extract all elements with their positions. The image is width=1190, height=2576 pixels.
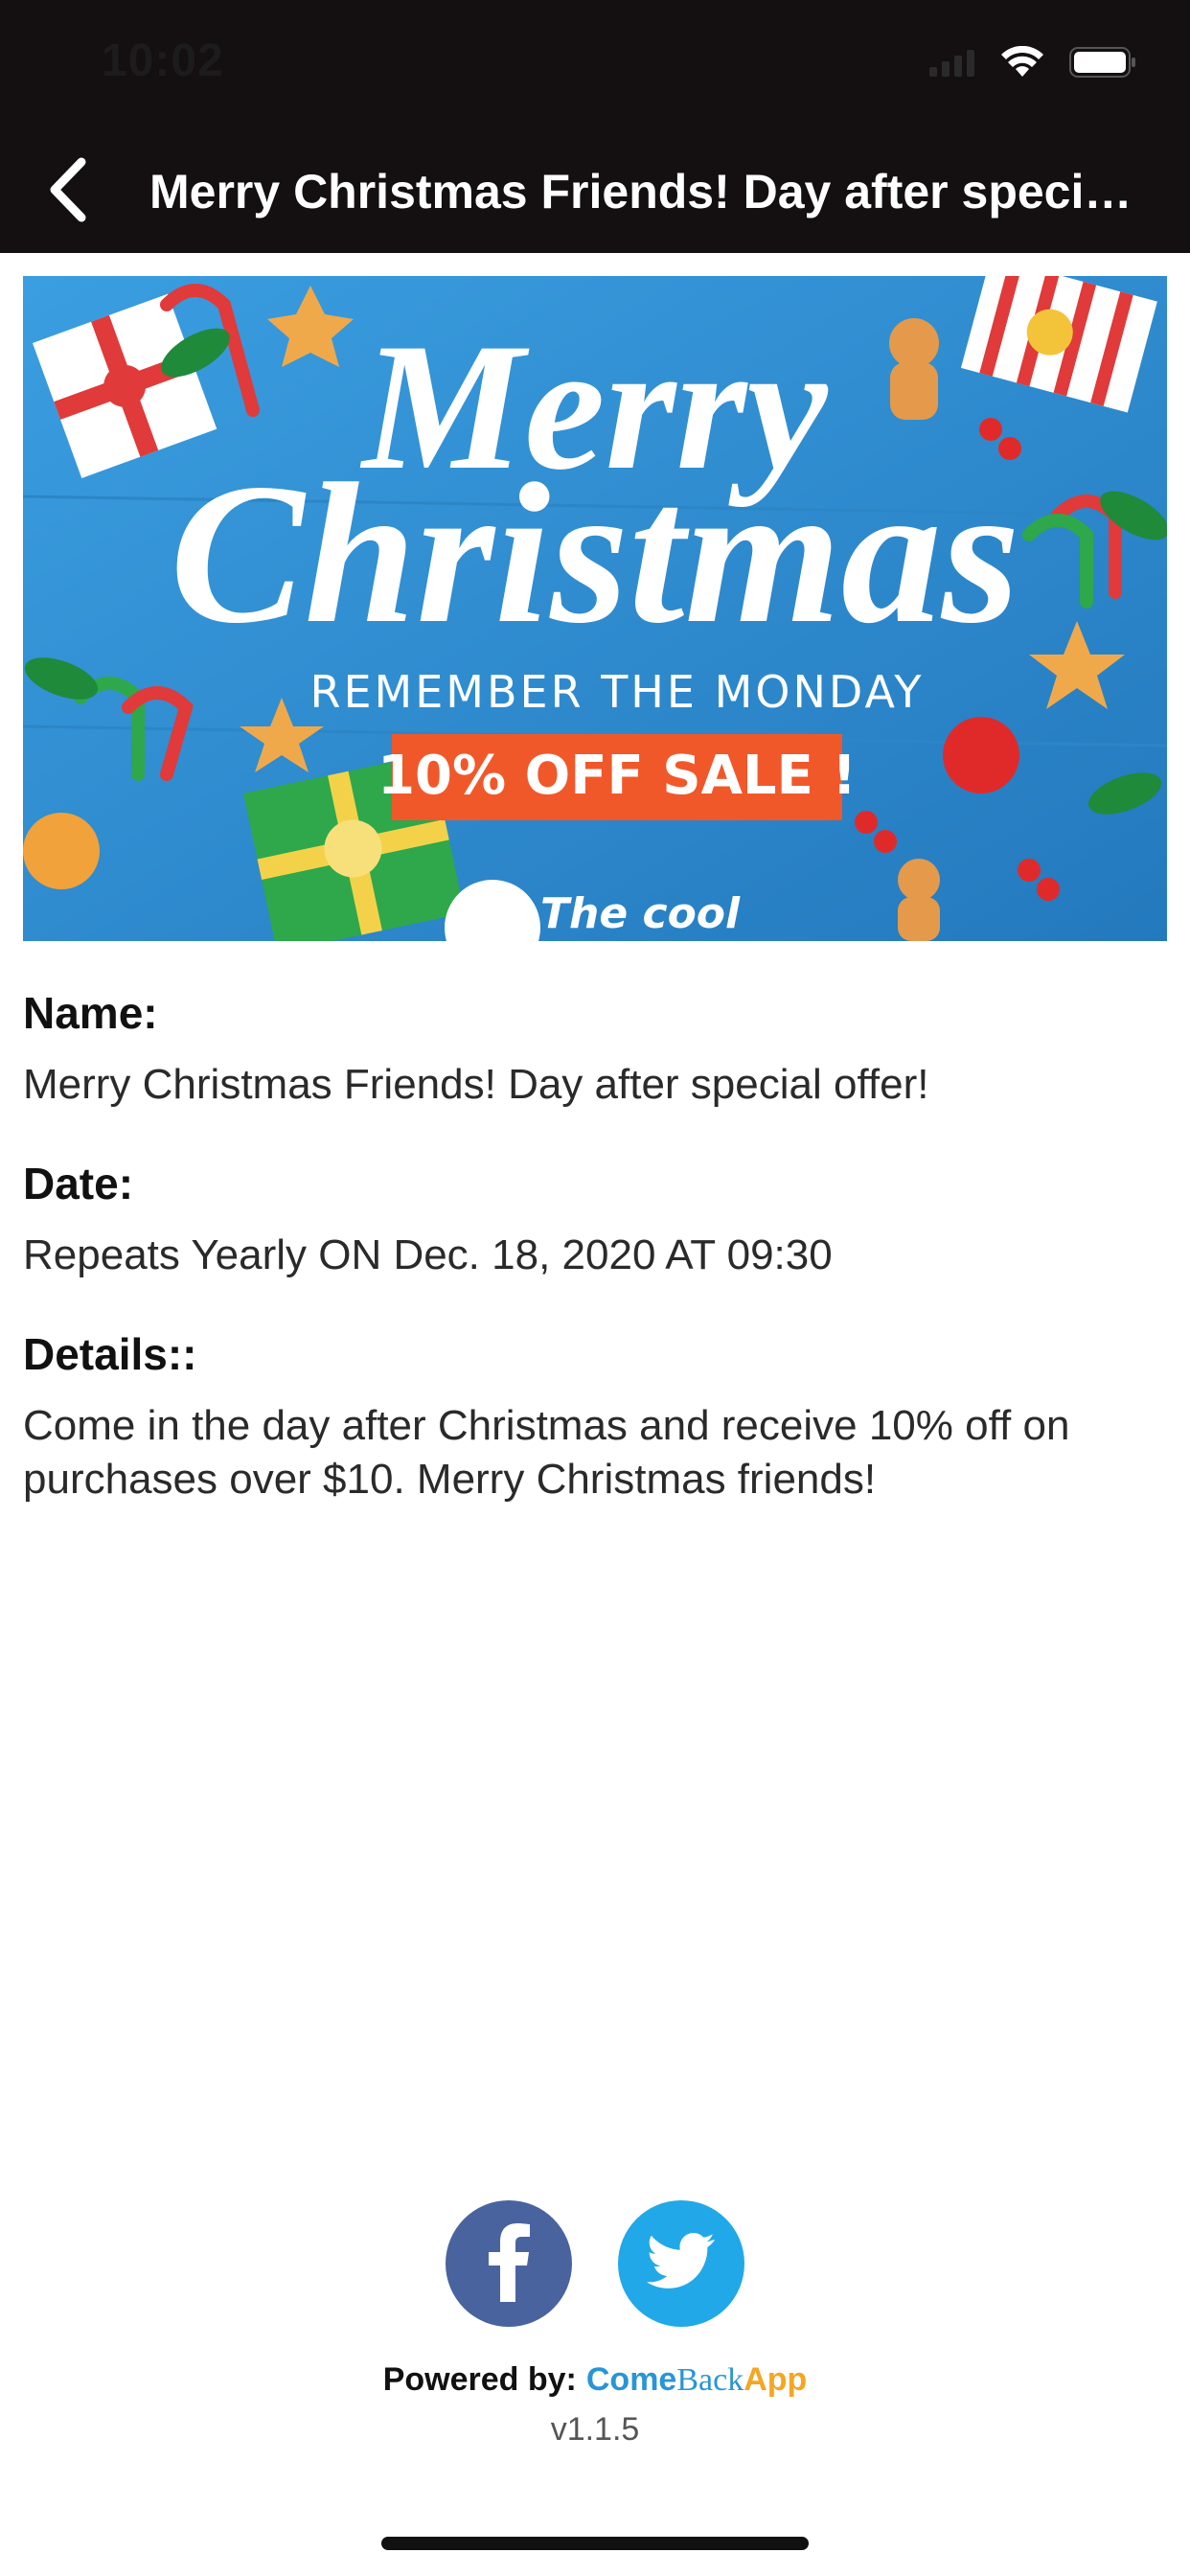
banner-brand-text: The cool (540, 889, 741, 938)
facebook-button[interactable] (446, 2200, 572, 2327)
status-time: 10:02 (102, 35, 224, 86)
name-label: Name: (23, 988, 158, 1038)
twitter-icon (646, 2232, 717, 2295)
brand-back: Back (676, 2362, 744, 2398)
details-value: Come in the day after Christmas and rece… (23, 1402, 1070, 1503)
signal-icon (929, 48, 975, 77)
wifi-icon (1000, 46, 1044, 79)
details-label: Details:: (23, 1329, 197, 1379)
name-value: Merry Christmas Friends! Day after speci… (23, 1061, 929, 1108)
social-share (0, 2200, 1190, 2327)
date-value: Repeats Yearly ON Dec. 18, 2020 AT 09:30 (23, 1231, 833, 1278)
powered-by-label: Powered by: (382, 2361, 577, 2398)
chevron-left-icon (47, 156, 89, 228)
page-title: Merry Christmas Friends! Day after speci… (149, 165, 1146, 218)
battery-icon (1069, 47, 1136, 78)
top-bar: 10:02 Merry Christmas Friends! Day after… (0, 0, 1190, 253)
event-banner-image: Merry Christmas REMEMBER THE MONDAY 10% … (23, 276, 1167, 941)
status-icons (929, 46, 1136, 79)
banner-sale-text: 10% OFF SALE ! (378, 745, 857, 807)
powered-by: Powered by: ComeBackApp (0, 2361, 1190, 2399)
navigation-bar: Merry Christmas Friends! Day after speci… (0, 144, 1190, 240)
back-button[interactable] (25, 149, 111, 235)
home-indicator (381, 2537, 809, 2550)
app-version: v1.1.5 (550, 2411, 640, 2448)
banner-subtitle: REMEMBER THE MONDAY (310, 666, 925, 718)
twitter-button[interactable] (618, 2200, 744, 2327)
brand-app: App (744, 2361, 808, 2398)
facebook-icon (487, 2221, 531, 2307)
date-label: Date: (23, 1159, 134, 1208)
event-details: Name: Merry Christmas Friends! Day after… (23, 987, 1163, 1552)
banner-headline-christmas: Christmas (170, 443, 1019, 665)
brand-come: Come (585, 2361, 677, 2398)
